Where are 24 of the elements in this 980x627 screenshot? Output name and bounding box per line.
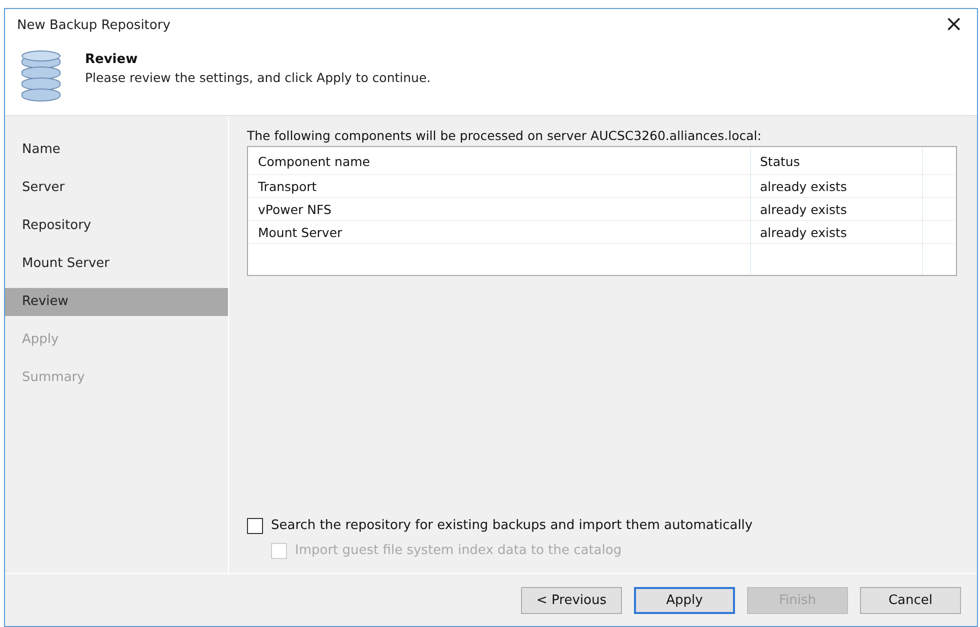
checkbox-label: Import guest file system index data to the catalog	[295, 543, 622, 558]
intro-text: The following components will be processed on server AUCSC3260.alliances.local:	[247, 128, 762, 143]
table-cell: already exists	[751, 221, 923, 243]
step-item[interactable]: Mount Server	[5, 250, 228, 278]
checkbox[interactable]	[247, 518, 263, 534]
checkbox-label: Search the repository for existing backups and import them automatically	[271, 518, 753, 533]
table-cell: vPower NFS	[249, 198, 751, 220]
column-header[interactable]: Status	[751, 148, 923, 174]
dialog-button[interactable]: < Previous	[521, 586, 622, 614]
dialog-button[interactable]: Apply	[634, 586, 735, 614]
column-header[interactable]: Component name	[249, 148, 751, 174]
step-item[interactable]: Server	[5, 174, 228, 202]
window-title: New Backup Repository	[17, 18, 170, 32]
step-item[interactable]: Review	[5, 288, 228, 316]
dialog-button[interactable]: Cancel	[860, 586, 961, 614]
table-cell: Transport	[249, 175, 751, 197]
table-cell: already exists	[751, 175, 923, 197]
step-item[interactable]: Repository	[5, 212, 228, 240]
close-button[interactable]: ×	[940, 14, 967, 36]
step-item[interactable]: Name	[5, 136, 228, 164]
table-cell: Mount Server	[249, 221, 751, 243]
page-subtitle: Please review the settings, and click Apply to continue.	[85, 70, 431, 84]
page-title: Review	[85, 52, 139, 66]
table-cell: already exists	[751, 198, 923, 220]
